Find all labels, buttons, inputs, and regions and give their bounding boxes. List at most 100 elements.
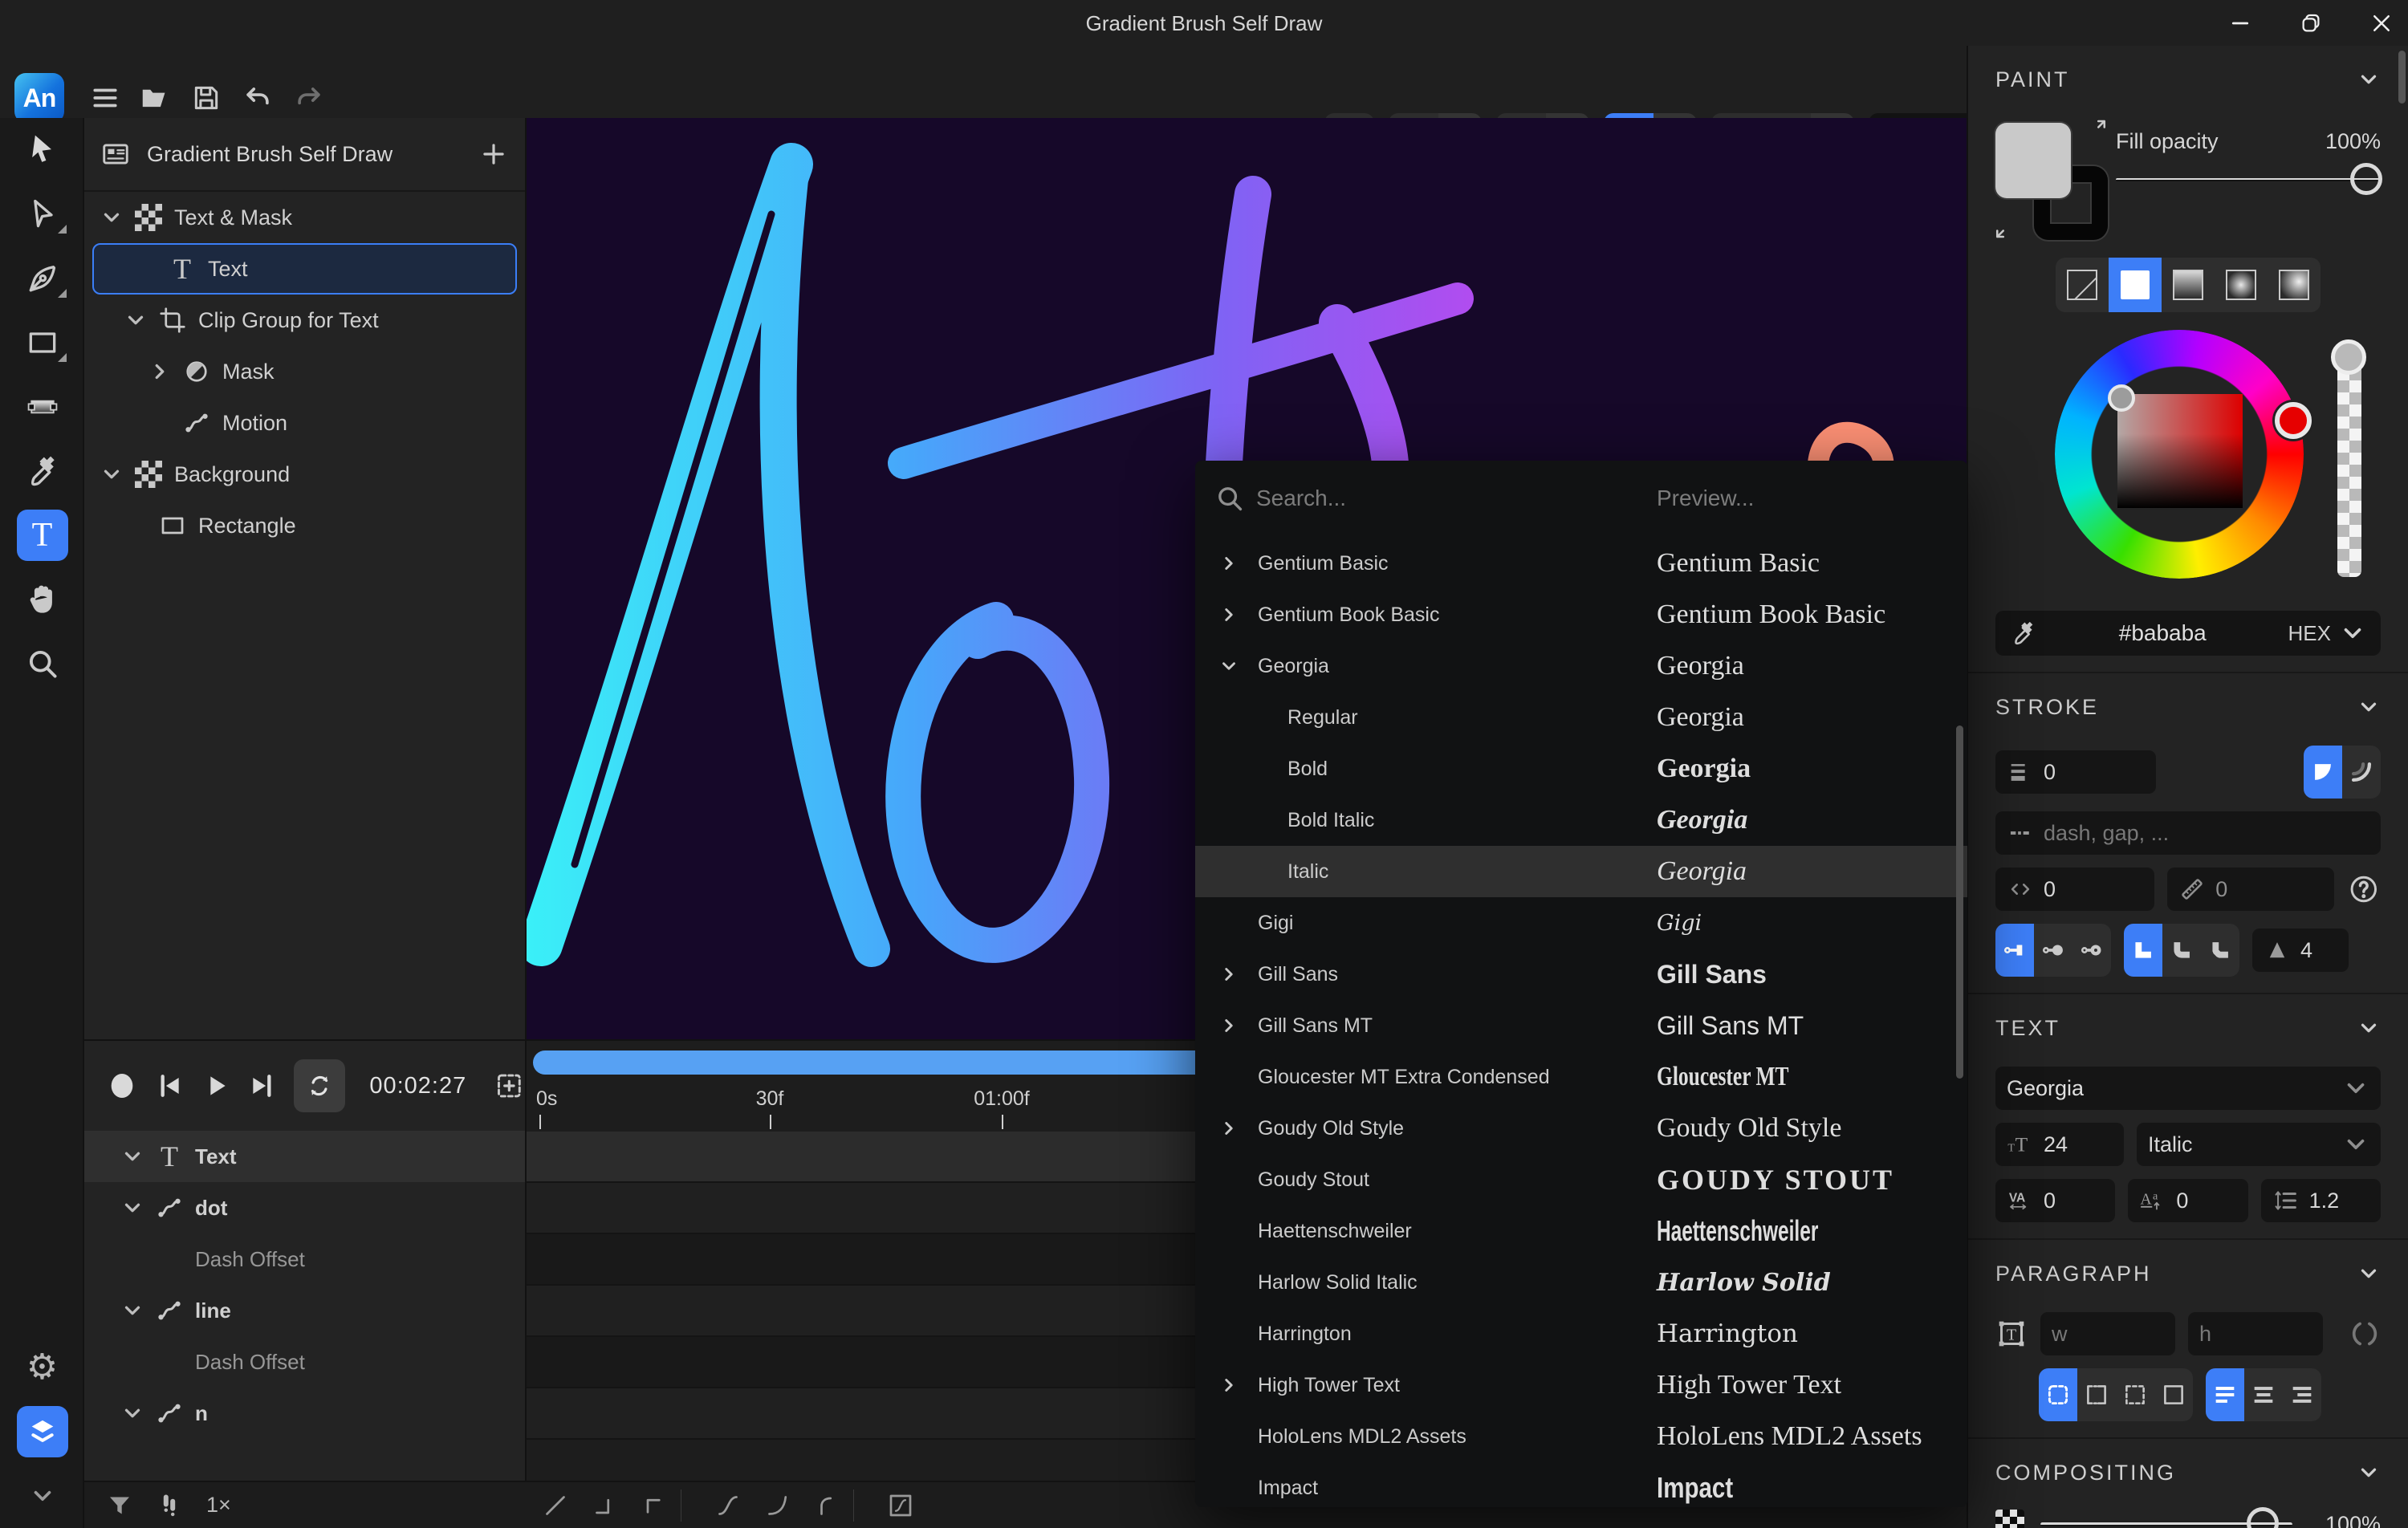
font-style-select[interactable]: Italic xyxy=(2137,1123,2381,1166)
hue-handle[interactable] xyxy=(2275,402,2312,439)
open-folder-icon[interactable] xyxy=(139,83,169,113)
stroke-arc-corner-button[interactable] xyxy=(2342,746,2381,799)
baseline-shift-field[interactable]: Aa 0 xyxy=(2128,1179,2247,1222)
chevron-down-icon[interactable] xyxy=(2339,620,2366,647)
align-right-button[interactable] xyxy=(2283,1368,2321,1421)
font-item-bold-italic[interactable]: Bold ItalicGeorgia xyxy=(1195,794,1967,846)
font-item-gloucester-mt-extra-condensed[interactable]: Gloucester MT Extra CondensedGloucester … xyxy=(1195,1051,1967,1103)
join-miter-button[interactable] xyxy=(2124,924,2162,977)
paint-radial-gradient-button[interactable] xyxy=(2215,258,2268,312)
play-button[interactable] xyxy=(196,1065,236,1107)
size-auto-height-button[interactable] xyxy=(2077,1368,2116,1421)
paint-solid-button[interactable] xyxy=(2109,258,2162,312)
dash-offset-field[interactable]: 0 xyxy=(1995,868,2154,911)
compositing-section-header[interactable]: COMPOSITING xyxy=(1995,1439,2381,1498)
rectangle-tool[interactable] xyxy=(0,311,84,375)
timecode[interactable]: 00:02:27 xyxy=(369,1073,466,1099)
text-height-field[interactable]: h xyxy=(2188,1312,2323,1355)
font-item-goudy-stout[interactable]: Goudy StoutGOUDY STOUT xyxy=(1195,1154,1967,1205)
prev-keyframe-button[interactable] xyxy=(148,1065,189,1107)
timeline-row-line[interactable]: line xyxy=(84,1285,525,1336)
expand-chevron[interactable] xyxy=(116,1294,148,1327)
save-icon[interactable] xyxy=(191,83,222,113)
timeline-row-n[interactable]: n xyxy=(84,1388,525,1439)
dash-pattern-field[interactable]: dash, gap, ... xyxy=(1995,811,2381,855)
size-clip-button[interactable] xyxy=(2116,1368,2154,1421)
gradient-tool[interactable] xyxy=(0,375,84,439)
font-preview-input[interactable] xyxy=(1657,478,1946,518)
custom-ease-icon[interactable] xyxy=(886,1491,915,1520)
tree-item-mask[interactable]: Mask xyxy=(84,346,525,397)
saturation-handle[interactable] xyxy=(2108,384,2135,412)
font-item-hololens-mdl2-assets[interactable]: HoloLens MDL2 AssetsHoloLens MDL2 Assets xyxy=(1195,1411,1967,1462)
next-keyframe-button[interactable] xyxy=(242,1065,283,1107)
expand-chevron[interactable] xyxy=(1214,650,1243,682)
color-mode-label[interactable]: HEX xyxy=(2288,621,2331,646)
expand-chevron[interactable] xyxy=(144,356,176,388)
tree-item-motion[interactable]: Motion xyxy=(84,397,525,449)
font-item-harlow-solid-italic[interactable]: Harlow Solid ItalicHarlow Solid xyxy=(1195,1257,1967,1308)
font-item-impact[interactable]: ImpactImpact xyxy=(1195,1462,1967,1507)
expand-chevron[interactable] xyxy=(120,304,152,336)
eyedropper-tool[interactable] xyxy=(0,439,84,503)
expand-chevron[interactable] xyxy=(116,1140,148,1172)
miter-limit-field[interactable]: 4 xyxy=(2252,929,2349,972)
font-item-gill-sans[interactable]: Gill SansGill Sans xyxy=(1195,949,1967,1000)
expand-chevron[interactable] xyxy=(1214,599,1243,631)
align-center-button[interactable] xyxy=(2244,1368,2283,1421)
tree-item-rectangle[interactable]: Rectangle xyxy=(84,500,525,551)
size-fixed-button[interactable] xyxy=(2154,1368,2193,1421)
link-size-icon[interactable] xyxy=(2349,1318,2381,1350)
record-button[interactable] xyxy=(102,1065,142,1107)
footsteps-icon[interactable] xyxy=(155,1491,184,1520)
font-item-gigi[interactable]: GigiGigi xyxy=(1195,897,1967,949)
letter-spacing-field[interactable]: VA 0 xyxy=(1995,1179,2115,1222)
tree-item-text[interactable]: TText xyxy=(92,243,517,295)
hold-end-ease-icon[interactable] xyxy=(591,1491,620,1520)
font-item-goudy-old-style[interactable]: Goudy Old StyleGoudy Old Style xyxy=(1195,1103,1967,1154)
expand-chevron[interactable] xyxy=(96,201,128,234)
restore-icon[interactable] xyxy=(2299,11,2323,35)
font-size-field[interactable]: TT 24 xyxy=(1995,1123,2124,1166)
fill-stroke-swatches[interactable] xyxy=(1995,116,2116,245)
settings-button[interactable]: ⚙ xyxy=(0,1335,84,1400)
expand-chevron[interactable] xyxy=(1214,1112,1243,1144)
swap-fill-stroke-icon[interactable] xyxy=(2082,116,2111,145)
line-height-field[interactable]: 1.2 xyxy=(2261,1179,2381,1222)
loop-button[interactable] xyxy=(294,1059,345,1112)
cap-round-button[interactable] xyxy=(2034,924,2072,977)
expand-chevron[interactable] xyxy=(1214,547,1243,579)
font-family-select[interactable]: Georgia xyxy=(1995,1067,2381,1110)
text-width-field[interactable]: w xyxy=(2040,1312,2175,1355)
text-tool[interactable]: T xyxy=(0,503,84,567)
color-hex-value[interactable]: #bababa xyxy=(2037,620,2288,646)
tree-item-text-mask[interactable]: Text & Mask xyxy=(84,192,525,243)
filter-icon[interactable] xyxy=(105,1491,134,1520)
expand-chevron[interactable] xyxy=(96,458,128,490)
join-bevel-button[interactable] xyxy=(2201,924,2239,977)
hand-tool[interactable] xyxy=(0,567,84,632)
inspector-scrollbar[interactable] xyxy=(2398,51,2406,104)
layer-opacity-slider[interactable] xyxy=(2040,1506,2292,1528)
help-icon[interactable] xyxy=(2347,872,2381,906)
stroke-width-field[interactable]: 0 xyxy=(1995,750,2156,794)
paint-section-header[interactable]: PAINT xyxy=(1995,46,2381,105)
cap-project-button[interactable] xyxy=(2072,924,2111,977)
alpha-handle[interactable] xyxy=(2331,339,2366,375)
size-auto-button[interactable] xyxy=(2039,1368,2077,1421)
expand-chevron[interactable] xyxy=(1214,1010,1243,1042)
layers-button[interactable] xyxy=(0,1400,84,1464)
select-tool[interactable] xyxy=(0,118,84,182)
ease-in-out-icon[interactable] xyxy=(714,1491,742,1520)
paragraph-section-header[interactable]: PARAGRAPH xyxy=(1995,1240,2381,1299)
collapse-panel-button[interactable] xyxy=(0,1464,84,1528)
font-search-input[interactable] xyxy=(1256,478,1577,518)
undo-icon[interactable] xyxy=(242,83,273,113)
align-left-button[interactable] xyxy=(2206,1368,2244,1421)
pen-tool[interactable] xyxy=(0,246,84,311)
paint-none-button[interactable] xyxy=(2056,258,2109,312)
redo-icon[interactable] xyxy=(294,83,324,113)
font-item-georgia[interactable]: GeorgiaGeorgia xyxy=(1195,640,1967,692)
stroke-length-field[interactable]: 0 xyxy=(2167,868,2334,911)
expand-chevron[interactable] xyxy=(116,1192,148,1224)
